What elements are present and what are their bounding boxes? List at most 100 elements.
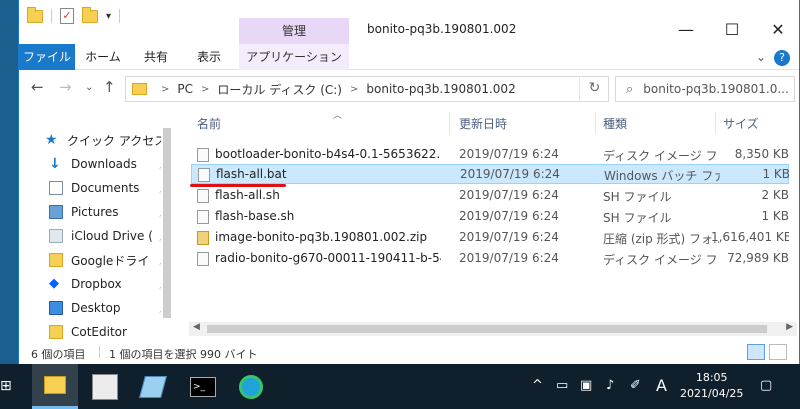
- details-view-icon[interactable]: [747, 344, 765, 360]
- folder-icon: [49, 325, 63, 339]
- tab-application-tools[interactable]: アプリケーション ツール: [239, 44, 349, 90]
- terminal-icon: >_: [190, 376, 216, 397]
- sidebar-item-downloads[interactable]: ↓ Downloads 📌: [49, 153, 171, 175]
- file-row-selected[interactable]: flash-all.bat 2019/07/19 6:24 Windows バッ…: [191, 164, 790, 184]
- scroll-left-icon[interactable]: ◀: [193, 322, 200, 332]
- help-button[interactable]: ?: [771, 44, 793, 70]
- taskbar-explorer-button[interactable]: [32, 364, 78, 409]
- column-divider[interactable]: [595, 112, 596, 134]
- horizontal-scrollbar[interactable]: ◀ ▶: [189, 322, 797, 336]
- back-arrow-icon[interactable]: ←: [31, 78, 44, 96]
- taskbar-app-button[interactable]: [130, 364, 176, 409]
- address-bar[interactable]: > PC > ローカル ディスク (C:) > bonito-pq3b.1908…: [125, 76, 609, 102]
- sidebar-item-dropbox[interactable]: ◆ Dropbox 📌: [49, 273, 171, 295]
- scrollbar-thumb[interactable]: [163, 128, 171, 318]
- explorer-window: ✓ ▾ 管理 bonito-pq3b.190801.002 — ☐ ✕ ファイル…: [18, 0, 800, 364]
- tab-file[interactable]: ファイル: [19, 44, 75, 70]
- large-icons-view-icon[interactable]: [769, 344, 787, 360]
- maximize-button[interactable]: ☐: [709, 18, 755, 44]
- file-date: 2019/07/19 6:24: [459, 188, 559, 202]
- download-icon: ↓: [49, 156, 61, 172]
- breadcrumb-local-disk[interactable]: ローカル ディスク (C:): [217, 81, 342, 98]
- sidebar-item-documents[interactable]: Documents 📌: [49, 177, 171, 199]
- navigation-scrollbar[interactable]: [161, 108, 173, 340]
- file-explorer-icon: [44, 376, 66, 394]
- taskbar-edge-button[interactable]: [228, 364, 274, 409]
- tab-share[interactable]: 共有: [131, 44, 181, 70]
- chevron-right-icon[interactable]: >: [350, 84, 358, 95]
- help-icon: ?: [774, 50, 790, 66]
- tab-home[interactable]: ホーム: [77, 44, 129, 70]
- column-divider[interactable]: [715, 112, 716, 134]
- ime-indicator[interactable]: A: [656, 376, 667, 395]
- sidebar-item-pictures[interactable]: Pictures 📌: [49, 201, 171, 223]
- batch-file-icon: [198, 168, 210, 182]
- folder-icon: [132, 83, 147, 95]
- scrollbar-thumb[interactable]: [207, 325, 767, 333]
- breadcrumb-pc[interactable]: PC: [177, 82, 193, 96]
- taskbar-terminal-button[interactable]: >_: [180, 364, 226, 409]
- column-header-date[interactable]: 更新日時: [459, 108, 507, 138]
- column-header-name[interactable]: 名前: [197, 108, 221, 138]
- chevron-right-icon[interactable]: >: [201, 84, 209, 95]
- refresh-icon[interactable]: ↻: [579, 76, 609, 102]
- recent-locations-icon[interactable]: ⌄: [85, 82, 93, 93]
- properties-icon[interactable]: ✓: [60, 8, 74, 24]
- up-arrow-icon[interactable]: ↑: [103, 78, 116, 96]
- forward-arrow-icon[interactable]: →: [59, 78, 72, 96]
- notification-icon[interactable]: ▢: [760, 378, 772, 393]
- sh-file-icon: [197, 189, 209, 203]
- folder-icon: [49, 253, 63, 267]
- chevron-right-icon[interactable]: >: [161, 84, 169, 95]
- battery-icon[interactable]: ▭: [556, 378, 568, 393]
- file-row[interactable]: image-bonito-pq3b.190801.002.zip 2019/07…: [191, 228, 789, 248]
- search-icon: ⌕: [626, 81, 634, 97]
- file-name: flash-all.sh: [215, 188, 280, 202]
- close-button[interactable]: ✕: [755, 18, 799, 44]
- clock[interactable]: 18:05 2021/04/25: [680, 370, 743, 402]
- scroll-right-icon[interactable]: ▶: [786, 322, 793, 332]
- taskbar: ⊞ >_ ^ ▭ ▣ ♪ ✐ A 18:05 2021/04/25 ▢: [0, 364, 800, 409]
- column-header-type[interactable]: 種類: [603, 108, 627, 138]
- file-size: 1 KB: [761, 209, 789, 223]
- search-box[interactable]: ⌕ bonito-pq3b.190801.0...: [615, 76, 795, 102]
- ribbon-tabs: ファイル ホーム 共有 表示 アプリケーション ツール ⌄ ?: [19, 44, 799, 90]
- dropbox-icon: ◆: [49, 276, 59, 291]
- sidebar-item-label: Dropbox: [71, 277, 122, 291]
- navigation-bar: ← → ⌄ ↑ > PC > ローカル ディスク (C:) > bonito-p…: [19, 70, 799, 108]
- sidebar-item-label: CotEditor: [71, 325, 127, 339]
- volume-icon[interactable]: ♪: [606, 378, 614, 393]
- start-icon[interactable]: ⊞: [0, 378, 12, 394]
- new-folder-icon[interactable]: [82, 6, 98, 23]
- pen-icon[interactable]: ✐: [630, 378, 641, 393]
- sidebar-item-icloud-drive[interactable]: iCloud Drive ( 📌: [49, 225, 171, 247]
- picture-icon: [49, 205, 63, 219]
- window-title: bonito-pq3b.190801.002: [367, 22, 517, 36]
- file-row[interactable]: flash-all.sh 2019/07/19 6:24 SH ファイル 2 K…: [191, 186, 789, 206]
- breadcrumb-folder[interactable]: bonito-pq3b.190801.002: [366, 82, 515, 96]
- quick-access-item[interactable]: ★ クイック アクセス: [45, 129, 166, 151]
- tab-view[interactable]: 表示: [183, 44, 235, 70]
- taskbar-app-button[interactable]: [82, 364, 128, 409]
- network-icon[interactable]: ▣: [580, 378, 592, 393]
- expand-ribbon-icon[interactable]: ⌄: [751, 44, 771, 70]
- sidebar-item-label: Pictures: [71, 205, 119, 219]
- file-size: 8,350 KB: [734, 147, 789, 161]
- file-row[interactable]: flash-base.sh 2019/07/19 6:24 SH ファイル 1 …: [191, 207, 789, 227]
- sidebar-item-google-drive[interactable]: Googleドライ 📌: [49, 249, 171, 271]
- toolbar-divider: [51, 9, 52, 23]
- desktop-icon: [49, 301, 63, 315]
- column-header-size[interactable]: サイズ: [723, 108, 759, 138]
- show-hidden-icons-icon[interactable]: ^: [532, 378, 543, 393]
- customize-toolbar-icon[interactable]: ▾: [106, 11, 111, 22]
- sidebar-item-label: Downloads: [71, 157, 137, 171]
- sidebar-item-label: Documents: [71, 181, 140, 195]
- icloud-icon: [49, 229, 63, 243]
- file-row[interactable]: bootloader-bonito-b4s4-0.1-5653622.img 2…: [191, 145, 789, 165]
- column-divider[interactable]: [449, 112, 450, 134]
- sidebar-item-desktop[interactable]: Desktop 📌: [49, 297, 171, 319]
- minimize-button[interactable]: —: [663, 18, 709, 44]
- file-row[interactable]: radio-bonito-g670-00011-190411-b-5457...…: [191, 249, 789, 269]
- clock-date: 2021/04/25: [680, 387, 744, 400]
- sidebar-item-label: Desktop: [71, 301, 121, 315]
